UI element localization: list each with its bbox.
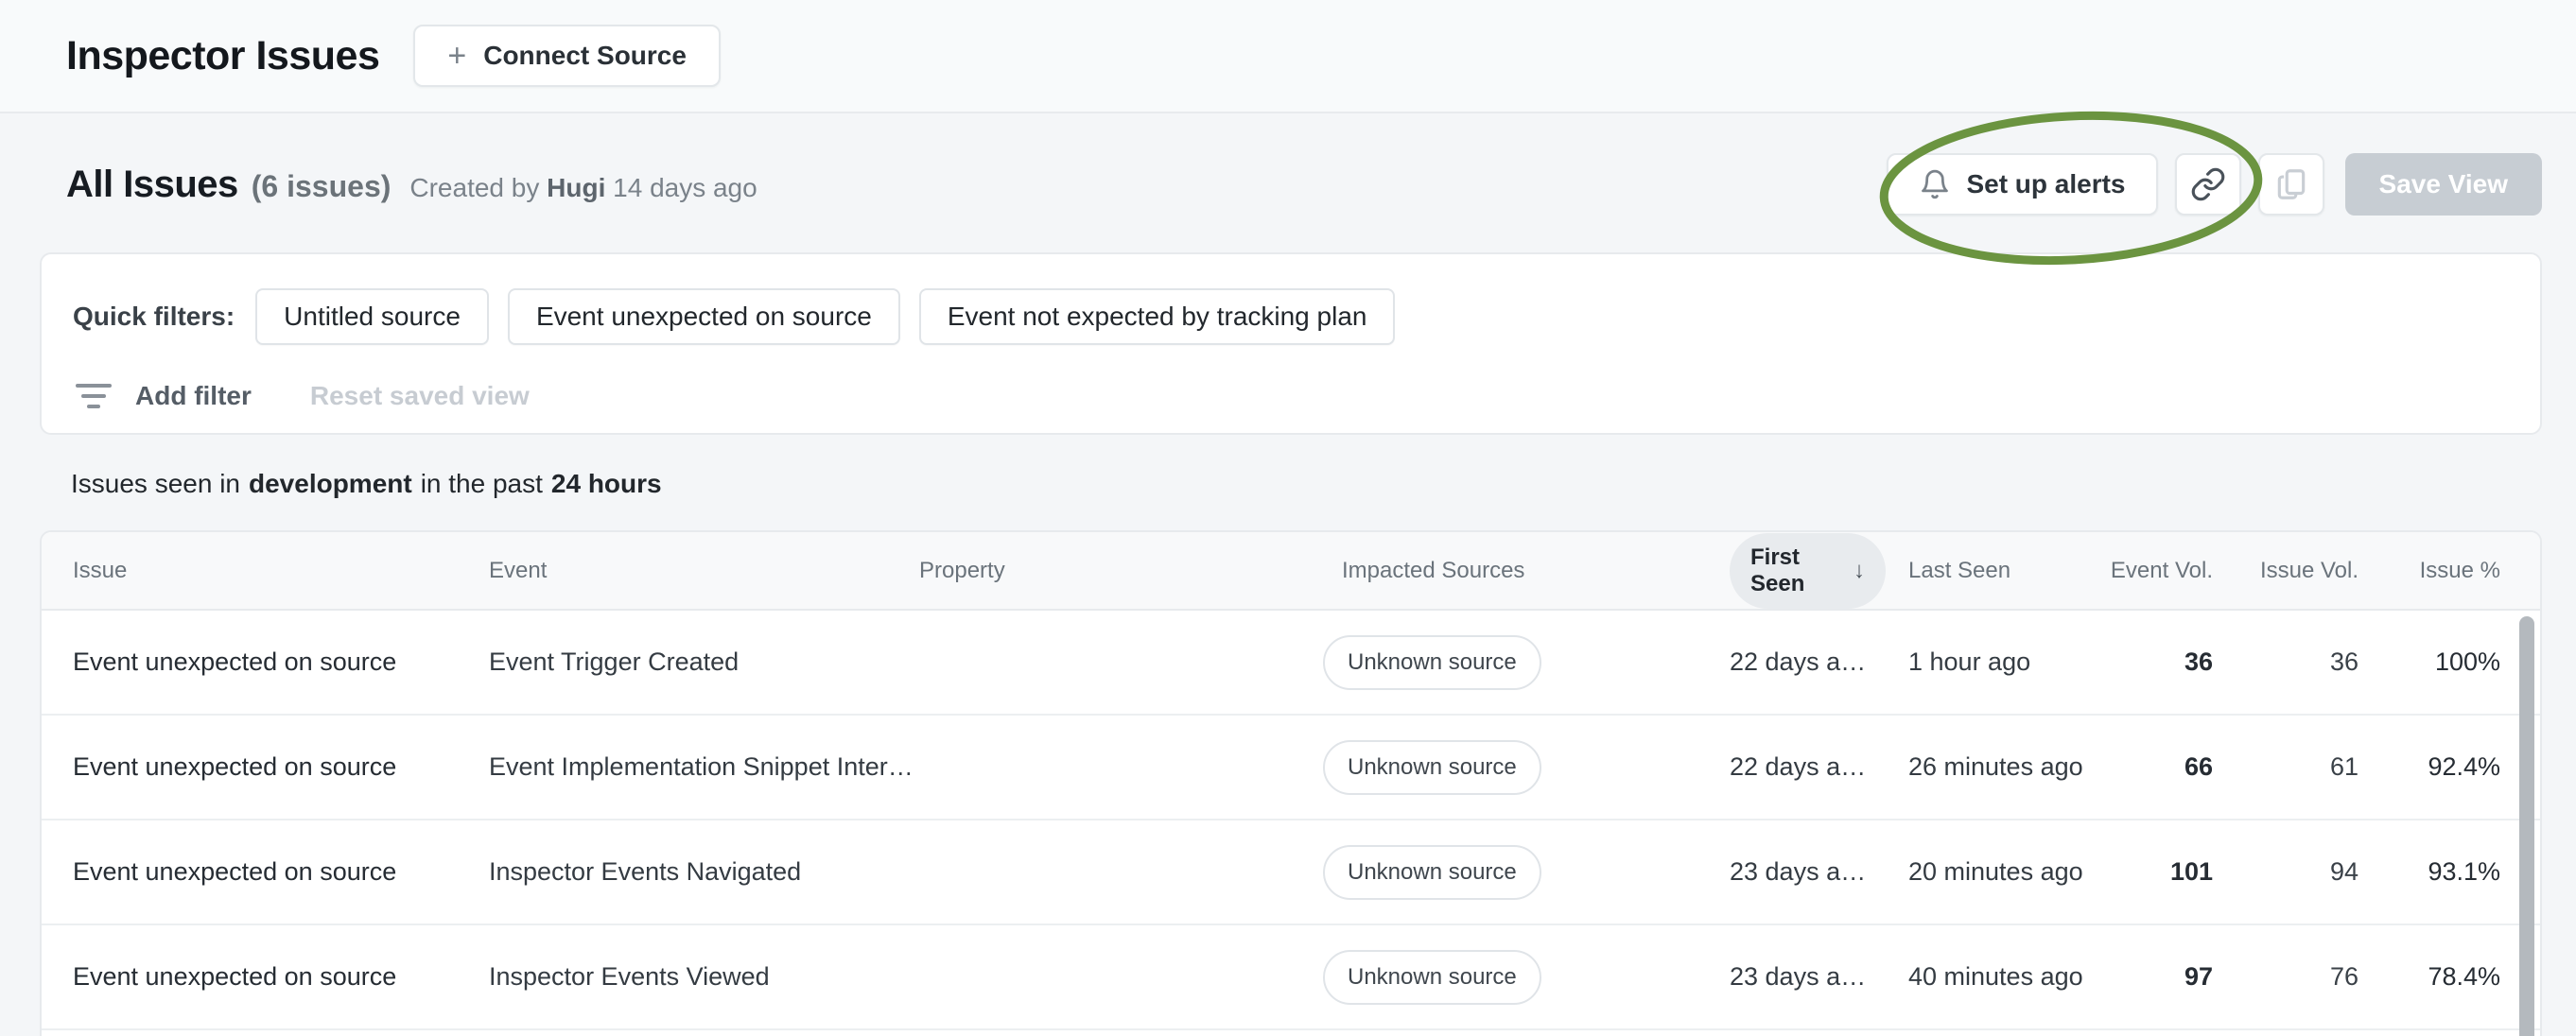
source-badge: Unknown source — [1323, 844, 1541, 900]
table-body: Event unexpected on source Event Trigger… — [42, 611, 2540, 1030]
cell-issue-percentage: 78.4% — [2428, 962, 2500, 991]
filters-card: Quick filters: Untitled source Event une… — [40, 252, 2542, 435]
summary-time-range: 24 hours — [550, 469, 662, 498]
connect-source-button[interactable]: + Connect Source — [413, 25, 721, 87]
table-row[interactable]: Event unexpected on source Event Impleme… — [42, 716, 2540, 820]
quick-filter-untitled-source[interactable]: Untitled source — [255, 288, 489, 345]
cell-impacted-sources: Unknown source — [1323, 739, 1730, 795]
cell-event-name: Event Implementation Snippet Inter… — [489, 752, 914, 781]
link-icon — [2191, 167, 2224, 201]
created-by-prefix: Created by — [409, 172, 540, 202]
topbar: Inspector Issues + Connect Source — [0, 0, 2576, 113]
filter-icon — [73, 384, 114, 408]
save-view-button[interactable]: Save View — [2344, 153, 2542, 216]
cell-event-volume: 97 — [2184, 962, 2213, 991]
created-at: 14 days ago — [613, 172, 757, 202]
cell-issue-type: Event unexpected on source — [73, 648, 397, 676]
source-badge: Unknown source — [1323, 739, 1541, 795]
copy-link-button[interactable] — [2174, 153, 2241, 216]
created-by-text: Created by Hugi 14 days ago — [409, 173, 757, 203]
sort-desc-arrow-icon: ↓ — [1854, 557, 1865, 583]
set-up-alerts-label: Set up alerts — [1966, 169, 2126, 199]
cell-issue-volume: 36 — [2329, 648, 2358, 676]
copy-icon — [2277, 169, 2305, 199]
source-badge: Unknown source — [1323, 634, 1541, 690]
column-header-event-vol[interactable]: Event Vol. — [2084, 558, 2217, 584]
cell-issue-type: Event unexpected on source — [73, 962, 397, 991]
quick-filters-label: Quick filters: — [73, 302, 235, 331]
cell-event-volume: 36 — [2184, 648, 2213, 676]
cell-event-name: Inspector Events Viewed — [489, 962, 770, 991]
table-scrollbar[interactable] — [2519, 616, 2534, 1036]
plus-icon: + — [447, 38, 467, 74]
table-row[interactable]: Event unexpected on source Inspector Eve… — [42, 925, 2540, 1030]
cell-issue-percentage: 93.1% — [2428, 857, 2500, 886]
column-header-impacted-sources[interactable]: Impacted Sources — [1323, 558, 1730, 584]
table-row[interactable]: Event unexpected on source Event Trigger… — [42, 611, 2540, 716]
cell-issue-type: Event unexpected on source — [73, 857, 397, 886]
source-badge: Unknown source — [1323, 949, 1541, 1005]
table-row[interactable]: Event unexpected on source Inspector Eve… — [42, 820, 2540, 925]
cell-issue-percentage: 100% — [2434, 648, 2500, 676]
view-title-group: All Issues (6 issues) Created by Hugi 14… — [40, 164, 757, 206]
add-filter-button[interactable]: Add filter — [135, 381, 252, 411]
reset-saved-view-button[interactable]: Reset saved view — [310, 381, 530, 411]
cell-impacted-sources: Unknown source — [1323, 844, 1730, 900]
cell-issue-type: Event unexpected on source — [73, 752, 397, 781]
bell-icon — [1922, 169, 1949, 199]
cell-last-seen: 40 minutes ago — [1908, 962, 2083, 991]
connect-source-label: Connect Source — [483, 41, 687, 70]
issues-table-card: Issue Event Property Impacted Sources Fi… — [40, 530, 2542, 1036]
set-up-alerts-button[interactable]: Set up alerts — [1887, 153, 2158, 216]
column-header-issue[interactable]: Issue — [73, 558, 489, 584]
cell-last-seen: 1 hour ago — [1908, 648, 2031, 676]
duplicate-view-button[interactable] — [2257, 153, 2324, 216]
view-header: All Issues (6 issues) Created by Hugi 14… — [40, 151, 2542, 217]
cell-first-seen: 23 days ago — [1730, 857, 1870, 886]
column-header-issue-vol[interactable]: Issue Vol. — [2217, 558, 2358, 584]
page-content: All Issues (6 issues) Created by Hugi 14… — [0, 151, 2576, 1036]
cell-impacted-sources: Unknown source — [1323, 634, 1730, 690]
summary-prefix: Issues seen in — [71, 469, 240, 498]
cell-issue-volume: 61 — [2329, 752, 2358, 781]
column-header-property[interactable]: Property — [919, 558, 1323, 584]
first-seen-sort-pill[interactable]: First Seen ↓ — [1730, 532, 1886, 609]
cell-first-seen: 22 days ago — [1730, 648, 1870, 676]
quick-filter-event-unexpected-on-source[interactable]: Event unexpected on source — [507, 288, 900, 345]
view-actions: Set up alerts Save View — [1887, 153, 2542, 216]
cell-impacted-sources: Unknown source — [1323, 949, 1730, 1005]
first-seen-label: First Seen — [1750, 544, 1805, 596]
cell-first-seen: 23 days ago — [1730, 962, 1870, 991]
column-header-first-seen[interactable]: First Seen ↓ — [1730, 532, 1886, 609]
quick-filter-event-not-expected-by-tracking-plan[interactable]: Event not expected by tracking plan — [918, 288, 1396, 345]
page-title: Inspector Issues — [66, 32, 380, 78]
cell-issue-volume: 76 — [2329, 962, 2358, 991]
summary-middle: in the past — [420, 469, 543, 498]
column-header-event[interactable]: Event — [489, 558, 919, 584]
cell-event-volume: 66 — [2184, 752, 2213, 781]
quick-filters-row: Quick filters: Untitled source Event une… — [73, 288, 2509, 345]
column-header-issue-pct[interactable]: Issue % — [2358, 558, 2500, 584]
issue-count: (6 issues) — [251, 168, 392, 203]
cell-issue-volume: 94 — [2329, 857, 2358, 886]
cell-issue-percentage: 92.4% — [2428, 752, 2500, 781]
cell-event-name: Event Trigger Created — [489, 648, 740, 676]
table-header-row: Issue Event Property Impacted Sources Fi… — [42, 532, 2540, 611]
cell-first-seen: 22 days ago — [1730, 752, 1870, 781]
cell-event-name: Inspector Events Navigated — [489, 857, 802, 886]
cell-last-seen: 26 minutes ago — [1908, 752, 2083, 781]
column-header-last-seen[interactable]: Last Seen — [1886, 558, 2084, 584]
summary-environment: development — [249, 469, 412, 498]
add-filter-row: Add filter Reset saved view — [73, 373, 2509, 419]
cell-last-seen: 20 minutes ago — [1908, 857, 2083, 886]
cell-event-volume: 101 — [2169, 857, 2213, 886]
created-by-name: Hugi — [547, 172, 606, 202]
issues-summary: Issues seen in development in the past 2… — [40, 469, 2542, 499]
view-title: All Issues — [66, 163, 238, 205]
